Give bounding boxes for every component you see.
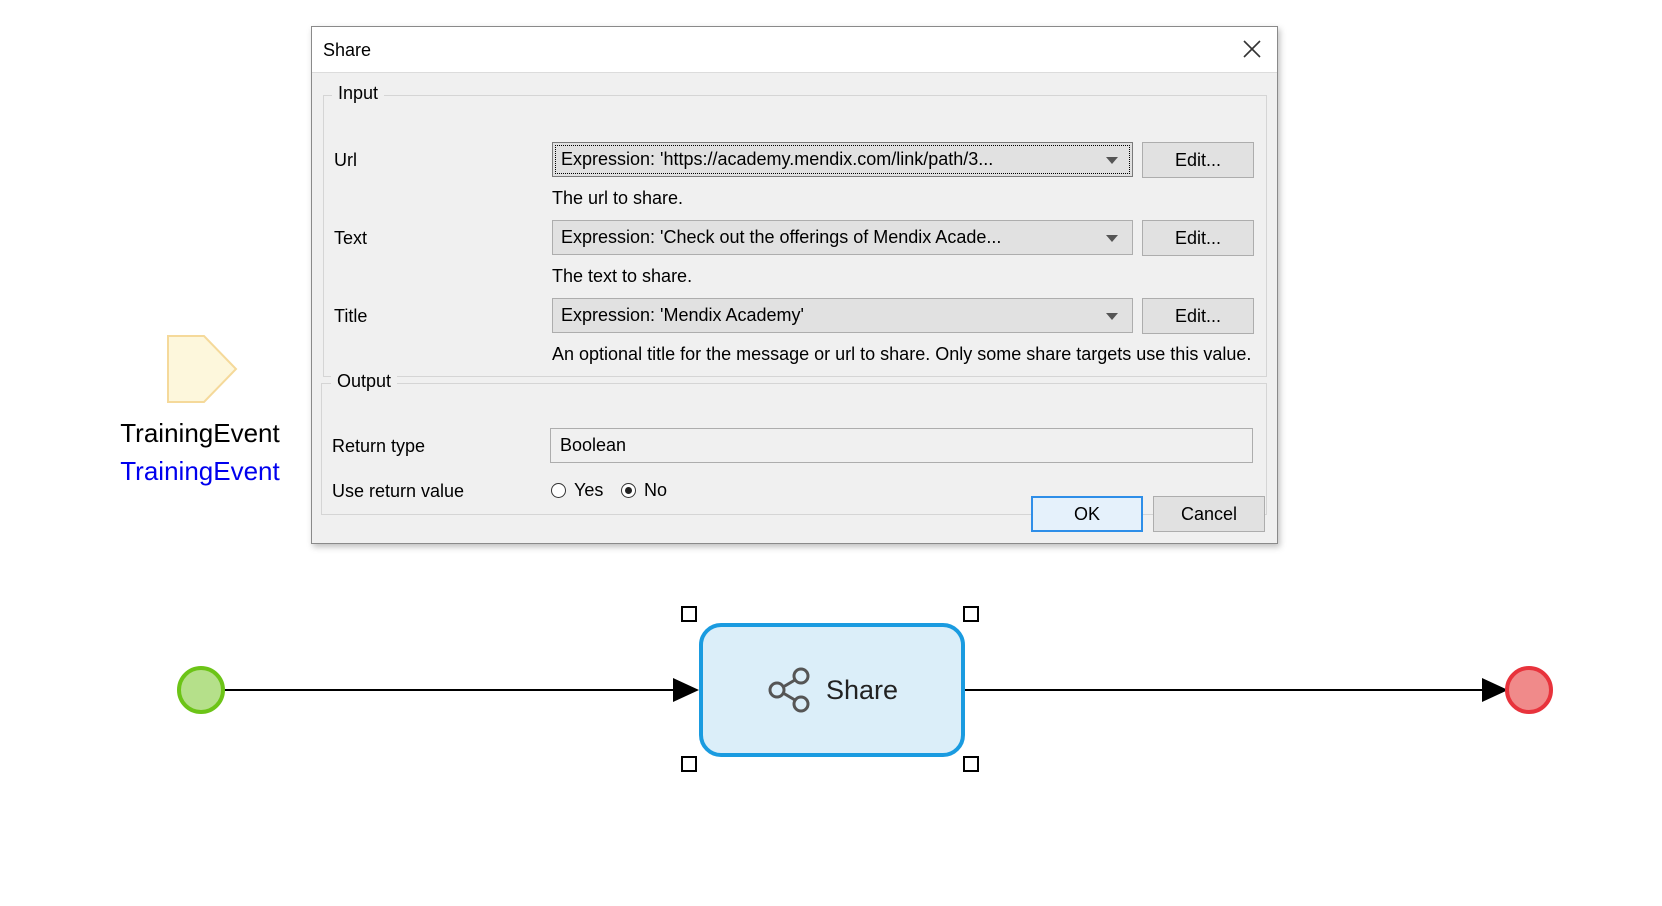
chevron-down-icon	[1106, 235, 1118, 242]
use-return-value-label: Use return value	[332, 481, 465, 501]
resize-handle-bottom-right[interactable]	[963, 756, 979, 772]
parameter-name: TrainingEvent	[120, 418, 280, 448]
end-event[interactable]	[1505, 666, 1553, 714]
dialog-title: Share	[323, 40, 372, 60]
radio-label: No	[644, 480, 668, 500]
use-return-value-no-radio[interactable]: No	[621, 480, 667, 501]
text-expression-dropdown[interactable]: Expression: 'Check out the offerings of …	[552, 220, 1133, 255]
arrow-head-icon	[1482, 678, 1508, 702]
share-activity[interactable]: Share	[699, 623, 965, 757]
title-expression-value: Expression: 'Mendix Academy'	[561, 305, 804, 325]
title-label: Title	[334, 306, 368, 326]
resize-handle-top-left[interactable]	[681, 606, 697, 622]
url-expression-dropdown[interactable]: Expression: 'https://academy.mendix.com/…	[552, 142, 1133, 177]
return-type-field: Boolean	[550, 428, 1253, 463]
input-group-legend: Input	[332, 83, 385, 104]
parameter-type: TrainingEvent	[120, 456, 280, 486]
use-return-value-yes-radio[interactable]: Yes	[551, 480, 603, 501]
close-icon[interactable]	[1239, 36, 1265, 62]
text-edit-button[interactable]: Edit...	[1142, 220, 1254, 256]
title-edit-button[interactable]: Edit...	[1142, 298, 1254, 334]
text-expression-value: Expression: 'Check out the offerings of …	[561, 227, 1002, 247]
resize-handle-bottom-left[interactable]	[681, 756, 697, 772]
arrow-head-icon	[673, 678, 699, 702]
text-help-text: The text to share.	[552, 266, 693, 286]
resize-handle-top-right[interactable]	[963, 606, 979, 622]
return-type-label: Return type	[332, 436, 426, 456]
url-help-text: The url to share.	[552, 188, 684, 208]
share-dialog: Share Input Url Expression: 'https://aca…	[311, 26, 1278, 544]
dialog-titlebar[interactable]: Share	[312, 27, 1277, 73]
activity-label: Share	[825, 674, 899, 705]
text-label: Text	[334, 228, 368, 248]
output-group-legend: Output	[331, 371, 398, 392]
cancel-button[interactable]: Cancel	[1153, 496, 1265, 532]
radio-checked-icon	[621, 483, 636, 498]
ok-button[interactable]: OK	[1031, 496, 1143, 532]
title-expression-dropdown[interactable]: Expression: 'Mendix Academy'	[552, 298, 1133, 333]
url-edit-button[interactable]: Edit...	[1142, 142, 1254, 178]
chevron-down-icon	[1106, 313, 1118, 320]
chevron-down-icon	[1106, 157, 1118, 164]
start-event[interactable]	[177, 666, 225, 714]
share-icon	[768, 667, 810, 713]
parameter-icon[interactable]	[166, 334, 238, 404]
title-help-text: An optional title for the message or url…	[552, 344, 1252, 364]
url-expression-value: Expression: 'https://academy.mendix.com/…	[561, 149, 994, 169]
radio-unchecked-icon	[551, 483, 566, 498]
radio-label: Yes	[574, 480, 604, 500]
microflow-canvas: TrainingEvent TrainingEvent Share Share	[0, 0, 1662, 906]
url-label: Url	[334, 150, 357, 170]
